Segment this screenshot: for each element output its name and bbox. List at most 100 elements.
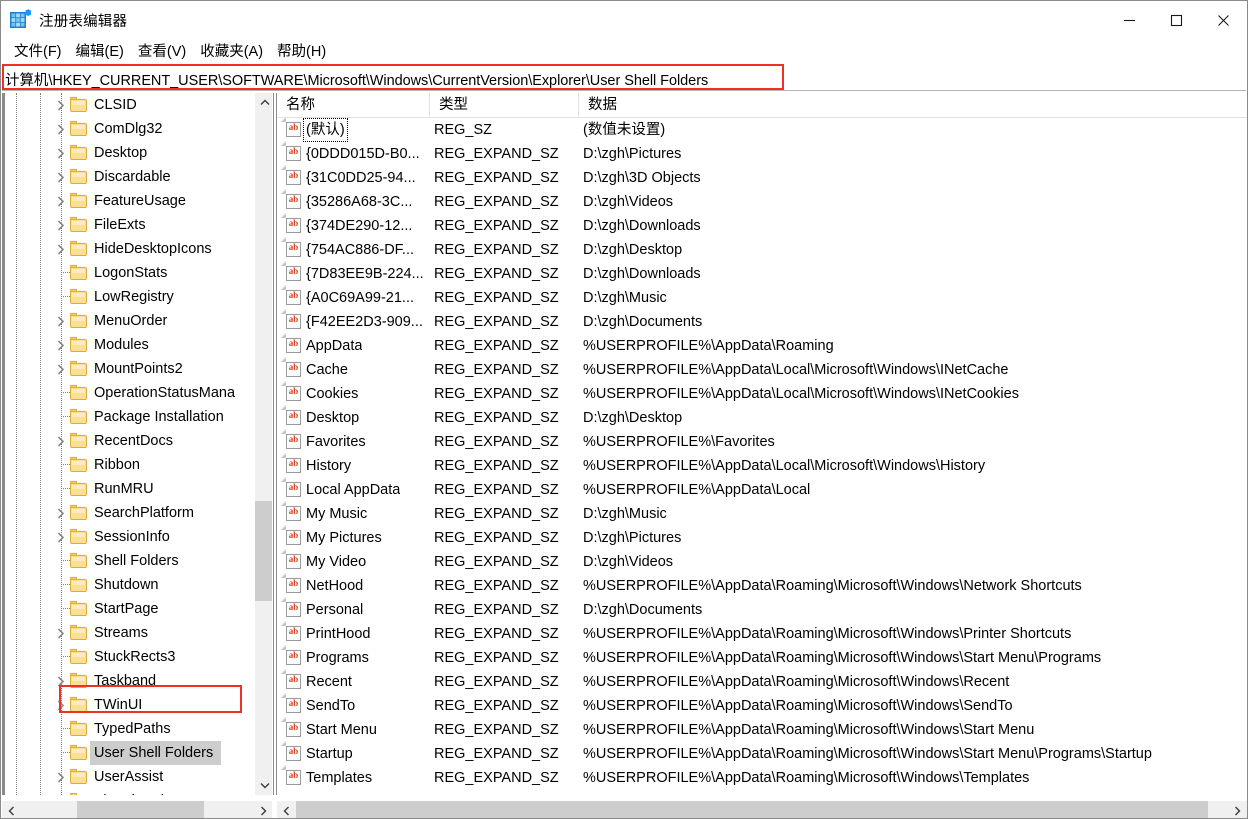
- value-row[interactable]: ab NetHood REG_EXPAND_SZ %USERPROFILE%\AppD…: [277, 573, 1247, 598]
- chevron-right-icon[interactable]: [54, 621, 68, 645]
- value-row[interactable]: ab PrintHood REG_EXPAND_SZ %USERPROFILE%\Ap…: [277, 621, 1247, 646]
- column-header-type[interactable]: 类型: [430, 93, 579, 118]
- menu-view[interactable]: 查看(V): [131, 39, 193, 63]
- value-row[interactable]: ab {A0C69A99-21... REG_EXPAND_SZ D:\zgh\Mus…: [277, 285, 1247, 310]
- value-row[interactable]: ab Personal REG_EXPAND_SZ D:\zgh\Documents: [277, 597, 1247, 622]
- value-row[interactable]: ab Recent REG_EXPAND_SZ %USERPROFILE%\AppDa…: [277, 669, 1247, 694]
- menu-favorites[interactable]: 收藏夹(A): [193, 39, 270, 63]
- value-row[interactable]: ab {374DE290-12... REG_EXPAND_SZ D:\zgh\Dow…: [277, 213, 1247, 238]
- tree-item-ribbon[interactable]: Ribbon: [2, 453, 254, 477]
- value-row[interactable]: ab Start Menu REG_EXPAND_SZ %USERPROFILE%\A…: [277, 717, 1247, 742]
- value-row[interactable]: ab Programs REG_EXPAND_SZ %USERPROFILE%\App…: [277, 645, 1247, 670]
- tree-item-modules[interactable]: Modules: [2, 333, 254, 357]
- value-row[interactable]: ab {35286A68-3C... REG_EXPAND_SZ D:\zgh\Vid…: [277, 189, 1247, 214]
- scroll-up-icon[interactable]: [255, 93, 272, 112]
- tree-item-hidedesktopicons[interactable]: HideDesktopIcons: [2, 237, 254, 261]
- tree-vertical-scrollbar[interactable]: [254, 93, 272, 795]
- value-row[interactable]: ab {F42EE2D3-909... REG_EXPAND_SZ D:\zgh\Do…: [277, 309, 1247, 334]
- value-row[interactable]: ab Local AppData REG_EXPAND_SZ %USERPROFILE…: [277, 477, 1247, 502]
- maximize-button[interactable]: [1153, 1, 1200, 39]
- tree-item-userassist[interactable]: UserAssist: [2, 765, 254, 789]
- tree-item-lowregistry[interactable]: LowRegistry: [2, 285, 254, 309]
- value-row[interactable]: ab My Video REG_EXPAND_SZ D:\zgh\Videos: [277, 549, 1247, 574]
- scroll-thumb[interactable]: [296, 801, 1208, 818]
- column-header-data[interactable]: 数据: [579, 93, 1246, 118]
- value-row[interactable]: ab Startup REG_EXPAND_SZ %USERPROFILE%\AppD…: [277, 741, 1247, 766]
- scroll-left-icon[interactable]: [277, 801, 296, 818]
- chevron-right-icon[interactable]: [54, 525, 68, 549]
- tree-item-streams[interactable]: Streams: [2, 621, 254, 645]
- tree-item-mountpoints2[interactable]: MountPoints2: [2, 357, 254, 381]
- tree-horizontal-scrollbar[interactable]: [2, 800, 272, 818]
- tree-item-typedpaths[interactable]: TypedPaths: [2, 717, 254, 741]
- tree-item-recentdocs[interactable]: RecentDocs: [2, 429, 254, 453]
- chevron-right-icon[interactable]: [54, 165, 68, 189]
- chevron-right-icon[interactable]: [54, 429, 68, 453]
- scroll-thumb[interactable]: [255, 501, 272, 601]
- tree-item-sessioninfo[interactable]: SessionInfo: [2, 525, 254, 549]
- tree-item-shutdown[interactable]: Shutdown: [2, 573, 254, 597]
- tree-item-clsid[interactable]: CLSID: [2, 93, 254, 117]
- chevron-right-icon[interactable]: [54, 309, 68, 333]
- tree-item-fileexts[interactable]: FileExts: [2, 213, 254, 237]
- tree-item-stuckrects3[interactable]: StuckRects3: [2, 645, 254, 669]
- tree-item-shell-folders[interactable]: Shell Folders: [2, 549, 254, 573]
- chevron-right-icon[interactable]: [54, 189, 68, 213]
- menu-help[interactable]: 帮助(H): [270, 39, 333, 63]
- tree-item-desktop[interactable]: Desktop: [2, 141, 254, 165]
- value-row[interactable]: ab AppData REG_EXPAND_SZ %USERPROFILE%\AppD…: [277, 333, 1247, 358]
- chevron-right-icon[interactable]: [54, 765, 68, 789]
- chevron-right-icon[interactable]: [54, 501, 68, 525]
- scroll-right-icon[interactable]: [254, 801, 272, 818]
- chevron-right-icon[interactable]: [54, 93, 68, 117]
- minimize-button[interactable]: [1106, 1, 1153, 39]
- chevron-right-icon[interactable]: [54, 141, 68, 165]
- scroll-down-icon[interactable]: [255, 776, 272, 795]
- scroll-thumb[interactable]: [77, 801, 204, 818]
- value-data: D:\zgh\Downloads: [583, 218, 701, 234]
- chevron-right-icon[interactable]: [54, 117, 68, 141]
- value-row[interactable]: ab Cache REG_EXPAND_SZ %USERPROFILE%\AppDat…: [277, 357, 1247, 382]
- address-bar[interactable]: 计算机\HKEY_CURRENT_USER\SOFTWARE\Microsoft…: [2, 67, 1246, 91]
- value-row[interactable]: ab My Pictures REG_EXPAND_SZ D:\zgh\Picture…: [277, 525, 1247, 550]
- tree-item-user-shell-folders[interactable]: User Shell Folders: [2, 741, 254, 765]
- tree-item-package-installation[interactable]: Package Installation: [2, 405, 254, 429]
- value-row[interactable]: ab Cookies REG_EXPAND_SZ %USERPROFILE%\AppD…: [277, 381, 1247, 406]
- tree-item-startpage[interactable]: StartPage: [2, 597, 254, 621]
- tree-item-featureusage[interactable]: FeatureUsage: [2, 189, 254, 213]
- value-row[interactable]: ab {0DDD015D-B0... REG_EXPAND_SZ D:\zgh\Pic…: [277, 141, 1247, 166]
- value-row[interactable]: ab {754AC886-DF... REG_EXPAND_SZ D:\zgh\Des…: [277, 237, 1247, 262]
- chevron-right-icon[interactable]: [54, 333, 68, 357]
- value-row[interactable]: ab {31C0DD25-94... REG_EXPAND_SZ D:\zgh\3D …: [277, 165, 1247, 190]
- tree-item-searchplatform[interactable]: SearchPlatform: [2, 501, 254, 525]
- close-button[interactable]: [1200, 1, 1247, 39]
- tree-item-runmru[interactable]: RunMRU: [2, 477, 254, 501]
- menu-file[interactable]: 文件(F): [7, 39, 69, 63]
- value-row[interactable]: ab SendTo REG_EXPAND_SZ %USERPROFILE%\AppDa…: [277, 693, 1247, 718]
- tree-item-menuorder[interactable]: MenuOrder: [2, 309, 254, 333]
- value-row[interactable]: ab My Music REG_EXPAND_SZ D:\zgh\Music: [277, 501, 1247, 526]
- tree-item-operationstatusmana[interactable]: OperationStatusMana: [2, 381, 254, 405]
- value-row[interactable]: ab Templates REG_EXPAND_SZ %USERPROFILE%\Ap…: [277, 765, 1247, 790]
- tree-item-virtualdesktops[interactable]: VirtualDesktops: [2, 789, 254, 795]
- tree-item-discardable[interactable]: Discardable: [2, 165, 254, 189]
- value-row[interactable]: ab (默认) REG_SZ (数值未设置): [277, 117, 1247, 142]
- chevron-right-icon[interactable]: [54, 237, 68, 261]
- value-row[interactable]: ab {7D83EE9B-224... REG_EXPAND_SZ D:\zgh\Do…: [277, 261, 1247, 286]
- value-list-horizontal-scrollbar[interactable]: [277, 800, 1247, 818]
- tree-item-logonstats[interactable]: LogonStats: [2, 261, 254, 285]
- chevron-right-icon[interactable]: [54, 213, 68, 237]
- chevron-right-icon[interactable]: [54, 693, 68, 717]
- chevron-right-icon[interactable]: [54, 669, 68, 693]
- value-row[interactable]: ab History REG_EXPAND_SZ %USERPROFILE%\AppD…: [277, 453, 1247, 478]
- column-header-name[interactable]: 名称: [277, 93, 430, 118]
- scroll-right-icon[interactable]: [1228, 801, 1247, 818]
- tree-item-taskband[interactable]: Taskband: [2, 669, 254, 693]
- scroll-left-icon[interactable]: [2, 801, 21, 818]
- tree-item-twinui[interactable]: TWinUI: [2, 693, 254, 717]
- tree-item-comdlg32[interactable]: ComDlg32: [2, 117, 254, 141]
- menu-edit[interactable]: 编辑(E): [69, 39, 131, 63]
- value-row[interactable]: ab Favorites REG_EXPAND_SZ %USERPROFILE%\Fa…: [277, 429, 1247, 454]
- chevron-right-icon[interactable]: [54, 357, 68, 381]
- value-row[interactable]: ab Desktop REG_EXPAND_SZ D:\zgh\Desktop: [277, 405, 1247, 430]
